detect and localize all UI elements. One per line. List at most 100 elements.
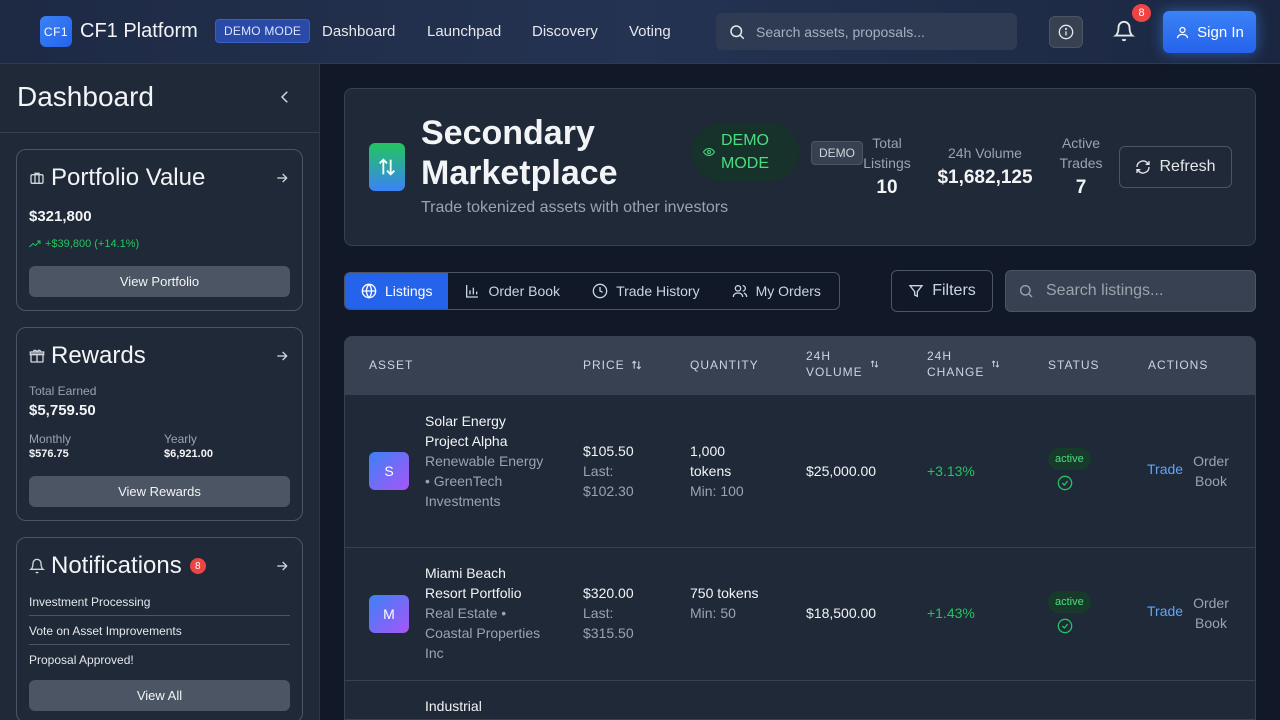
search-icon [730, 24, 745, 39]
total-earned-value: $5,759.50 [29, 402, 96, 419]
price-value: $105.50 [583, 443, 634, 459]
notification-count-badge: 8 [1132, 4, 1151, 22]
info-button[interactable] [1049, 16, 1083, 48]
arrow-right-icon[interactable] [274, 558, 290, 574]
asset-name[interactable]: Industrial [425, 696, 545, 716]
column-volume[interactable]: 24H VOLUME [806, 348, 886, 380]
view-rewards-button[interactable]: View Rewards [29, 476, 290, 507]
stat-label: Total Listings [863, 135, 911, 171]
asset-avatar: S [369, 452, 409, 490]
price-cell: $105.50 Last: $102.30 [583, 441, 653, 501]
table-header: ASSET PRICE QUANTITY 24H VOLUME 24H CHAN… [345, 337, 1255, 394]
portfolio-card: Portfolio Value $321,800 +$39,800 (+14.1… [16, 149, 303, 311]
asset-name[interactable]: Solar Energy Project Alpha Renewable Ene… [425, 411, 545, 511]
tab-label: My Orders [755, 283, 821, 299]
notification-item[interactable]: Proposal Approved! [29, 653, 290, 673]
briefcase-icon [30, 172, 44, 184]
tab-label: Order Book [488, 283, 561, 299]
asset-meta: Renewable Energy • GreenTech Investments [425, 453, 544, 509]
demo-mode-pill-text: DEMO MODE [721, 132, 769, 172]
listings-search-input[interactable] [1046, 282, 1246, 300]
stat-value: 7 [1075, 177, 1087, 198]
asset-name-text: Solar Energy Project Alpha [425, 413, 508, 449]
change-value: +1.43% [927, 605, 975, 621]
gift-icon [29, 349, 45, 363]
order-book-button[interactable]: Order Book [1191, 451, 1231, 491]
logo-icon[interactable]: CF1 [40, 16, 72, 47]
notifications-title-text: Notifications [51, 552, 182, 579]
column-change[interactable]: 24H CHANGE [927, 348, 1007, 380]
asset-name-text: Miami Beach Resort Portfolio [425, 565, 522, 601]
refresh-label: Refresh [1159, 158, 1216, 175]
demo-mode-pill: DEMO MODE [691, 123, 799, 181]
nav-voting[interactable]: Voting [629, 23, 671, 40]
chevron-left-icon[interactable] [276, 88, 294, 106]
portfolio-card-title: Portfolio Value [29, 164, 205, 192]
users-icon [732, 285, 747, 298]
last-price: Last: $102.30 [583, 463, 634, 499]
info-icon [1058, 24, 1074, 40]
asset-name[interactable]: Miami Beach Resort Portfolio Real Estate… [425, 563, 545, 663]
sign-in-button[interactable]: Sign In [1163, 11, 1256, 53]
filter-icon [908, 285, 924, 298]
notifications-button[interactable] [1110, 16, 1138, 46]
stat-total-listings: Total Listings 10 [857, 133, 917, 199]
tab-listings[interactable]: Listings [345, 273, 449, 309]
user-icon [1177, 26, 1189, 38]
tab-trade-history[interactable]: Trade History [576, 273, 716, 309]
page-subtitle: Trade tokenized assets with other invest… [421, 199, 729, 216]
asset-avatar: M [369, 595, 409, 633]
nav-dashboard[interactable]: Dashboard [322, 23, 395, 40]
stat-value: $1,682,125 [937, 167, 1033, 188]
nav-discovery[interactable]: Discovery [532, 23, 598, 40]
notification-item[interactable]: Vote on Asset Improvements [29, 624, 290, 645]
tab-label: Listings [385, 283, 433, 299]
brand-name[interactable]: CF1 Platform [80, 20, 198, 43]
table-row[interactable]: Industrial [345, 680, 1255, 719]
table-row[interactable]: S Solar Energy Project Alpha Renewable E… [345, 394, 1255, 547]
sidebar: Dashboard Portfolio Value $321,800 +$39,… [0, 64, 320, 720]
notifications-card-title: Notifications 8 [29, 552, 206, 580]
trade-button[interactable]: Trade [1147, 603, 1183, 619]
view-all-notifications-button[interactable]: View All [29, 680, 290, 711]
tab-my-orders[interactable]: My Orders [716, 273, 837, 309]
notification-item[interactable]: Investment Processing [29, 595, 290, 616]
tab-order-book[interactable]: Order Book [448, 273, 576, 309]
check-circle-icon [1057, 475, 1073, 491]
total-earned-label: Total Earned [29, 384, 97, 398]
sign-in-label: Sign In [1197, 23, 1244, 41]
asset-meta: Real Estate • Coastal Properties Inc [425, 605, 541, 661]
price-cell: $320.00 Last: $315.50 [583, 583, 653, 643]
notifications-card: Notifications 8 Investment Processing Vo… [16, 537, 303, 720]
table-row[interactable]: M Miami Beach Resort Portfolio Real Esta… [345, 547, 1255, 680]
notifications-count-badge: 8 [189, 558, 206, 574]
sidebar-divider [0, 132, 319, 133]
trade-button[interactable]: Trade [1147, 461, 1183, 477]
view-portfolio-button[interactable]: View Portfolio [29, 266, 290, 297]
monthly-label: Monthly [29, 432, 72, 446]
order-book-button[interactable]: Order Book [1191, 593, 1231, 633]
listings-search[interactable] [1005, 270, 1256, 312]
marketplace-header-card: Secondary Marketplace Trade tokenized as… [344, 88, 1256, 246]
column-price[interactable]: PRICE [583, 357, 642, 373]
nav-launchpad[interactable]: Launchpad [427, 23, 501, 40]
arrow-right-icon[interactable] [274, 170, 290, 186]
trending-up-icon [29, 240, 41, 248]
refresh-button[interactable]: Refresh [1119, 146, 1232, 188]
yearly-label: Yearly [164, 432, 197, 446]
column-actions: ACTIONS [1148, 358, 1209, 372]
status-badge: active [1048, 591, 1091, 613]
filters-button[interactable]: Filters [891, 270, 993, 312]
sort-icon [631, 360, 641, 370]
column-volume-label: 24H VOLUME [806, 349, 863, 379]
arrow-right-icon[interactable] [274, 348, 290, 364]
volume-value: $18,500.00 [806, 605, 877, 621]
global-search-input[interactable] [756, 23, 1006, 40]
min-quantity: Min: 100 [690, 483, 744, 499]
sidebar-title: Dashboard [17, 81, 154, 112]
global-search[interactable] [716, 13, 1017, 50]
quantity-value: 750 tokens [690, 585, 759, 601]
bar-chart-icon [466, 285, 479, 298]
status-badge: active [1048, 448, 1091, 470]
stat-value: 10 [876, 177, 898, 198]
